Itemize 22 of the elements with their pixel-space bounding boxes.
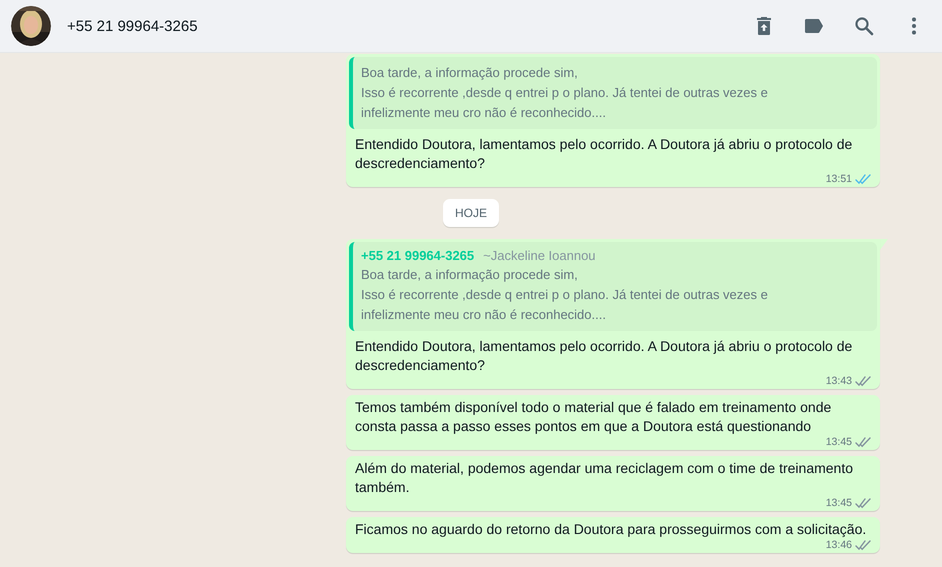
message-text: Além do material, podemos agendar uma reciclagem com o time de treinamento também. (355, 459, 854, 497)
quote-text: infelizmente meu cro não é reconhecido.... (361, 306, 607, 324)
message-text: Temos também disponível todo o material que é falado em treinamento onde consta passa a passo esses pontos em que a Doutora está questionando (355, 398, 832, 436)
message-text: Entendido Doutora, lamentamos pelo ocorrido. A Doutora já abriu o protocolo de descredenciamento? (355, 337, 854, 375)
message-time: 13:45 (826, 436, 852, 448)
quoted-message[interactable]: Boa tarde, a informação procede sim, Isso é recorrente ,desde q entrei p o plano. Já tentei de outras vezes e infelizmente meu cro não é reconhecido.... (349, 57, 877, 129)
quote-text: Boa tarde, a informação procede sim, (361, 266, 579, 284)
quote-text: infelizmente meu cro não é reconhecido.... (361, 104, 607, 122)
message-time: 13:45 (826, 497, 852, 509)
message-time: 13:51 (826, 173, 852, 185)
contact-name: +55 21 99964-3265 (67, 18, 198, 34)
quote-sender: +55 21 99964-3265 (361, 248, 474, 263)
message-time: 13:46 (826, 539, 852, 551)
quote-text: Isso é recorrente ,desde q entrei p o plano. Já tentei de outras vezes e (361, 286, 769, 304)
quote-text: Isso é recorrente ,desde q entrei p o plano. Já tentei de outras vezes e (361, 84, 769, 102)
quoted-message[interactable]: +55 21 99964-3265 ~Jackeline Ioannou Boa tarde, a informação procede sim, Isso é recorrente ,desde q entrei p o plano. Já tentei de outras vezes e infelizmente meu cro não é reconhecido.... (349, 242, 877, 331)
message-time: 13:43 (826, 375, 852, 387)
quote-alias: ~Jackeline Ioannou (483, 248, 596, 263)
date-label: HOJE (442, 199, 499, 227)
message-text: Entendido Doutora, lamentamos pelo ocorrido. A Doutora já abriu o protocolo de descredenciamento? (355, 135, 854, 173)
quote-text: Boa tarde, a informação procede sim, (361, 64, 579, 82)
message-text: Ficamos no aguardo do retorno da Doutora para prosseguirmos com a solicitação. (355, 520, 866, 539)
